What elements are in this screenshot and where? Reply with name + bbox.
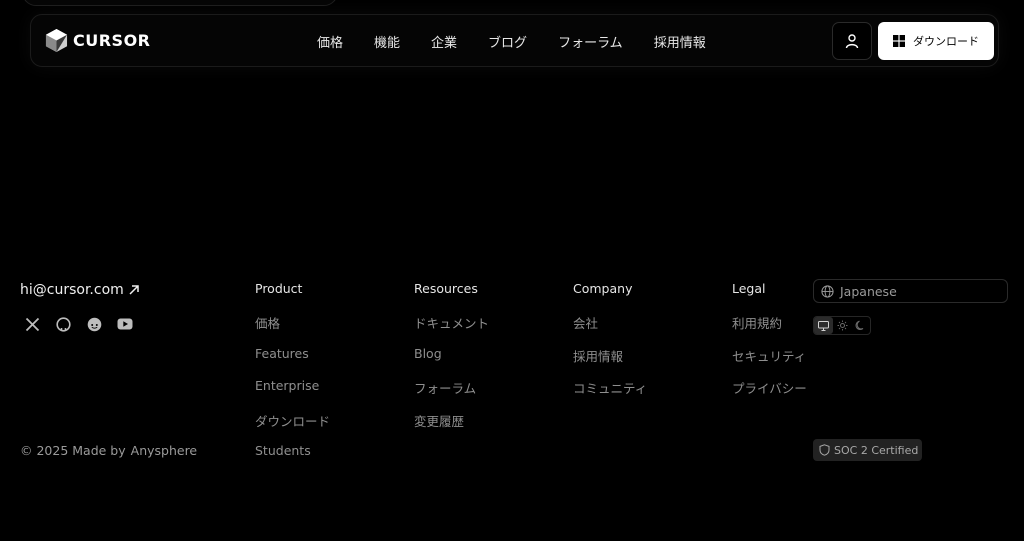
copyright: © 2025 Made by Anysphere [20, 443, 197, 458]
soc2-label: SOC 2 Certified [834, 443, 919, 457]
windows-icon [893, 35, 905, 47]
footer-link[interactable]: 価格 [255, 313, 330, 331]
footer-link[interactable]: プライバシー [732, 378, 807, 396]
logo-text: CURSOR [73, 31, 151, 50]
nav-enterprise[interactable]: 企業 [431, 32, 457, 51]
download-button[interactable]: ダウンロード [878, 22, 994, 60]
footer-link[interactable]: 会社 [573, 313, 647, 331]
footer-link[interactable]: ドキュメント [414, 313, 489, 331]
footer-link[interactable]: フォーラム [414, 378, 489, 396]
download-label: ダウンロード [913, 35, 979, 48]
social-links [24, 316, 148, 332]
col-title: Company [573, 281, 633, 296]
moon-icon [855, 320, 864, 331]
theme-system[interactable] [814, 317, 833, 334]
theme-switcher [813, 316, 871, 335]
footer-col-company: Company 会社 採用情報 コミュニティ [573, 281, 647, 411]
cursor-logo[interactable]: CURSOR [45, 28, 151, 53]
contact-email-link[interactable]: hi@cursor.com [20, 282, 140, 298]
footer-col-resources: Resources ドキュメント Blog フォーラム 変更履歴 [414, 281, 489, 443]
reddit-icon [87, 317, 101, 331]
site-header: CURSOR 価格 機能 企業 ブログ フォーラム 採用情報 ダウンロード [30, 14, 999, 67]
github-icon [55, 316, 71, 332]
reddit-link[interactable] [86, 316, 102, 332]
sun-icon [837, 320, 847, 331]
col-title: Product [255, 281, 303, 296]
theme-light[interactable] [833, 317, 852, 334]
copyright-text: © 2025 Made by [20, 443, 126, 458]
footer-col-product: Product 価格 Features Enterprise ダウンロード St… [255, 281, 330, 476]
footer-link[interactable]: Enterprise [255, 378, 330, 394]
language-value: Japanese [840, 283, 897, 299]
footer-link[interactable]: コミュニティ [573, 378, 647, 396]
cursor-cube-icon [45, 29, 68, 52]
nav-careers[interactable]: 採用情報 [654, 32, 706, 51]
col-title: Legal [732, 281, 766, 296]
footer-link[interactable]: Features [255, 346, 330, 362]
theme-dark[interactable] [851, 317, 870, 334]
account-button[interactable] [832, 22, 872, 60]
top-banner-edge [22, 0, 338, 6]
nav-features[interactable]: 機能 [374, 32, 400, 51]
footer-col-legal: Legal 利用規約 セキュリティ プライバシー [732, 281, 807, 411]
maker-link[interactable]: Anysphere [131, 443, 198, 458]
arrow-up-right-icon [129, 285, 139, 295]
nav-forum[interactable]: フォーラム [558, 32, 623, 51]
nav-pricing[interactable]: 価格 [317, 32, 343, 51]
footer-link[interactable]: 利用規約 [732, 313, 807, 331]
x-icon [25, 317, 39, 331]
soc2-badge: SOC 2 Certified [813, 439, 922, 461]
email-text: hi@cursor.com [20, 282, 124, 298]
footer-link[interactable]: Blog [414, 346, 489, 362]
main-nav: 価格 機能 企業 ブログ フォーラム 採用情報 [317, 15, 737, 68]
system-icon [817, 320, 829, 331]
footer-link[interactable]: Students [255, 443, 330, 459]
github-link[interactable] [55, 316, 71, 332]
youtube-icon [117, 318, 133, 330]
youtube-link[interactable] [117, 316, 133, 332]
shield-icon [819, 444, 830, 456]
globe-icon [821, 284, 834, 298]
footer-link[interactable]: ダウンロード [255, 411, 330, 429]
footer-link[interactable]: セキュリティ [732, 346, 807, 364]
user-icon [845, 34, 859, 49]
x-link[interactable] [24, 316, 40, 332]
col-title: Resources [414, 281, 478, 296]
footer-link[interactable]: 採用情報 [573, 346, 647, 364]
footer-link[interactable]: 変更履歴 [414, 411, 489, 429]
nav-blog[interactable]: ブログ [488, 32, 527, 51]
language-select[interactable]: Japanese [813, 279, 1008, 303]
